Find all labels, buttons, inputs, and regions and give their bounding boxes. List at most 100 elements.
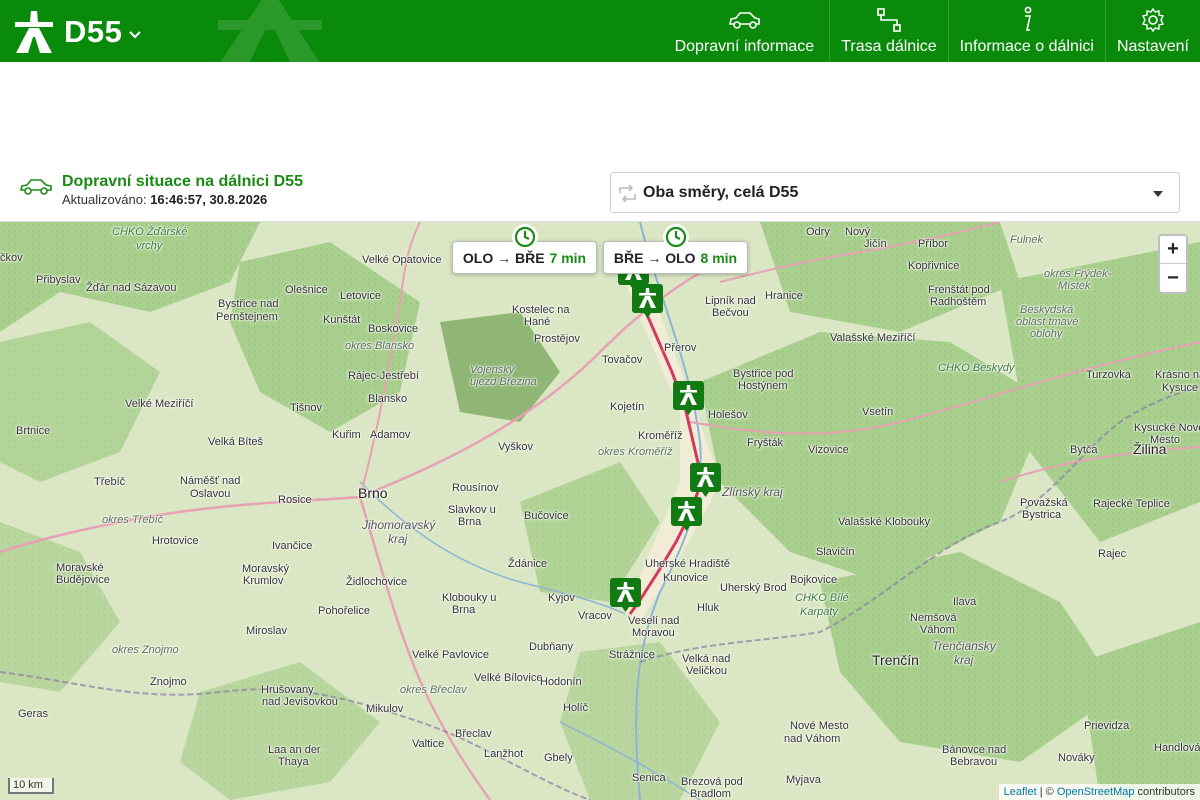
- map-label: Letovice: [340, 290, 381, 302]
- map-label: Hrotovice: [152, 535, 199, 547]
- map-label: vrchy: [136, 240, 163, 252]
- travel-time-bre-olo[interactable]: BŘE → OLO 8 min: [603, 224, 748, 274]
- map-label: Budějovice: [56, 574, 110, 586]
- map-label: Brna: [452, 604, 476, 616]
- map-label: Velké Meziříčí: [125, 398, 194, 410]
- map-label: okres Kroměříž: [598, 446, 673, 458]
- map-label: Tovačov: [602, 354, 643, 366]
- map-label: Geras: [18, 708, 48, 720]
- nav-traffic-info[interactable]: Dopravní informace: [664, 0, 830, 62]
- motorway-marker-icon[interactable]: [690, 463, 721, 497]
- map-label: Bystrica: [1022, 509, 1062, 521]
- map-label: Slavkov u: [448, 504, 496, 516]
- map-label: Hranice: [765, 290, 803, 302]
- zoom-out-button[interactable]: −: [1160, 264, 1186, 292]
- map-label: Velká Bíteš: [208, 436, 264, 448]
- map-label: Hluk: [697, 602, 720, 614]
- map-label: Olešnice: [285, 284, 328, 296]
- travel-time-olo-bre[interactable]: OLO → BŘE 7 min: [452, 224, 597, 274]
- map-label: Oslavou: [190, 488, 231, 500]
- nav-settings[interactable]: Nastavení: [1104, 0, 1200, 62]
- updated-value: 16:46:57, 30.8.2026: [150, 192, 268, 207]
- map-label: Valtice: [412, 738, 445, 750]
- map-label: Dubňany: [529, 641, 574, 653]
- map-label: Brno: [358, 485, 388, 501]
- travel-route: BŘE → OLO: [613, 249, 696, 266]
- map-label: Hané: [524, 316, 551, 328]
- map-label: Strážnice: [609, 649, 655, 661]
- osm-link[interactable]: OpenStreetMap: [1057, 786, 1135, 798]
- nav-highway-info[interactable]: Informace o dálnici: [947, 0, 1105, 62]
- map-label: Turzovka: [1086, 369, 1131, 381]
- map-label: Moravské: [56, 562, 104, 574]
- map-label: Lipník nad: [705, 295, 756, 307]
- direction-select[interactable]: Oba směry, celá D55: [610, 172, 1180, 213]
- direction-value: Oba směry, celá D55: [643, 184, 799, 201]
- chevron-down-icon: [129, 31, 142, 39]
- map-label: Velká nad: [682, 653, 731, 665]
- map-label: okres Znojmo: [112, 644, 179, 656]
- map-label: Ilava: [953, 596, 977, 608]
- swap-direction-icon: [619, 185, 636, 202]
- map-label: Jičín: [864, 238, 887, 250]
- nav-label: Dopravní informace: [674, 38, 815, 55]
- map-label: Místek: [1058, 280, 1091, 292]
- map-label: Kopřivnice: [908, 260, 960, 272]
- map-label: okres Třebíč: [102, 514, 164, 526]
- map-label: nad Váhom: [784, 733, 841, 745]
- travel-time: 8 min: [700, 249, 738, 266]
- map-label: Prostějov: [534, 333, 580, 345]
- map-label: Kunštát: [323, 314, 361, 326]
- motorway-marker-icon[interactable]: [610, 578, 641, 612]
- map-label: Přibyslav: [36, 274, 81, 286]
- map-label: Brna: [458, 516, 482, 528]
- map-attribution: Leaflet | © OpenStreetMap contributors: [998, 784, 1200, 800]
- map-label: Bečvou: [712, 307, 749, 319]
- map-label: okres Blansko: [345, 340, 415, 352]
- caret-down-icon: [1153, 191, 1163, 197]
- map-label: Rousínov: [452, 482, 499, 494]
- motorway-marker-icon[interactable]: [673, 381, 704, 415]
- map-label: Velké Pavlovice: [412, 649, 490, 661]
- car-icon: [19, 179, 52, 195]
- map-label: Kunovice: [663, 572, 709, 584]
- zoom-in-button[interactable]: +: [1160, 236, 1186, 264]
- map-label: Kroměříž: [638, 430, 683, 442]
- traffic-status-bar: Dopravní situace na dálnici D55 Aktualiz…: [0, 160, 1200, 222]
- map-label: Náměšť nad: [180, 475, 241, 487]
- attribution-separator: | ©: [1036, 786, 1057, 798]
- map-label: Příbor: [918, 238, 948, 250]
- motorway-watermark-icon: [218, 0, 322, 62]
- map-label: Bystřice pod: [733, 368, 794, 380]
- app-header: D55 Dopravní informace Trasa dálnice Inf…: [0, 0, 1200, 62]
- map-label: Brtnice: [16, 425, 51, 437]
- motorway-marker-icon[interactable]: [632, 284, 663, 318]
- map-label: Kyjov: [548, 592, 575, 604]
- map-label: čkov: [0, 252, 23, 264]
- map-label: Hostýnem: [738, 380, 788, 392]
- map-label: Uherské Hradiště: [645, 558, 730, 570]
- leaflet-link[interactable]: Leaflet: [1004, 786, 1037, 798]
- map-label: Váhom: [920, 624, 955, 636]
- map-label: Trenčín: [872, 652, 919, 668]
- map-label: Prievidza: [1084, 720, 1130, 732]
- info-icon: [1024, 6, 1032, 31]
- map-label: Myjava: [786, 774, 821, 786]
- map-label: Karpaty: [800, 606, 838, 618]
- nav-label: Trasa dálnice: [841, 38, 937, 55]
- map-label: Kuřim: [332, 429, 361, 441]
- clock-icon: [511, 224, 538, 250]
- traffic-map[interactable]: CHKO Žďárské vrchy Velké Opatovice Olešn…: [0, 222, 1200, 800]
- map-label: oblohy: [1030, 328, 1063, 340]
- map-label: Rajecké Teplice: [1093, 498, 1170, 510]
- map-label: Boskovice: [368, 323, 419, 335]
- highway-switcher[interactable]: D55: [14, 10, 142, 54]
- motorway-marker-icon[interactable]: [671, 497, 702, 531]
- map-label: okres Břeclav: [400, 684, 467, 696]
- map-label: Handlová: [1154, 742, 1200, 754]
- map-label: Znojmo: [150, 676, 187, 688]
- zoom-control: + −: [1158, 234, 1188, 294]
- nav-route[interactable]: Trasa dálnice: [829, 0, 947, 62]
- map-label: Kostelec na: [512, 304, 570, 316]
- map-label: Třebíč: [94, 476, 126, 488]
